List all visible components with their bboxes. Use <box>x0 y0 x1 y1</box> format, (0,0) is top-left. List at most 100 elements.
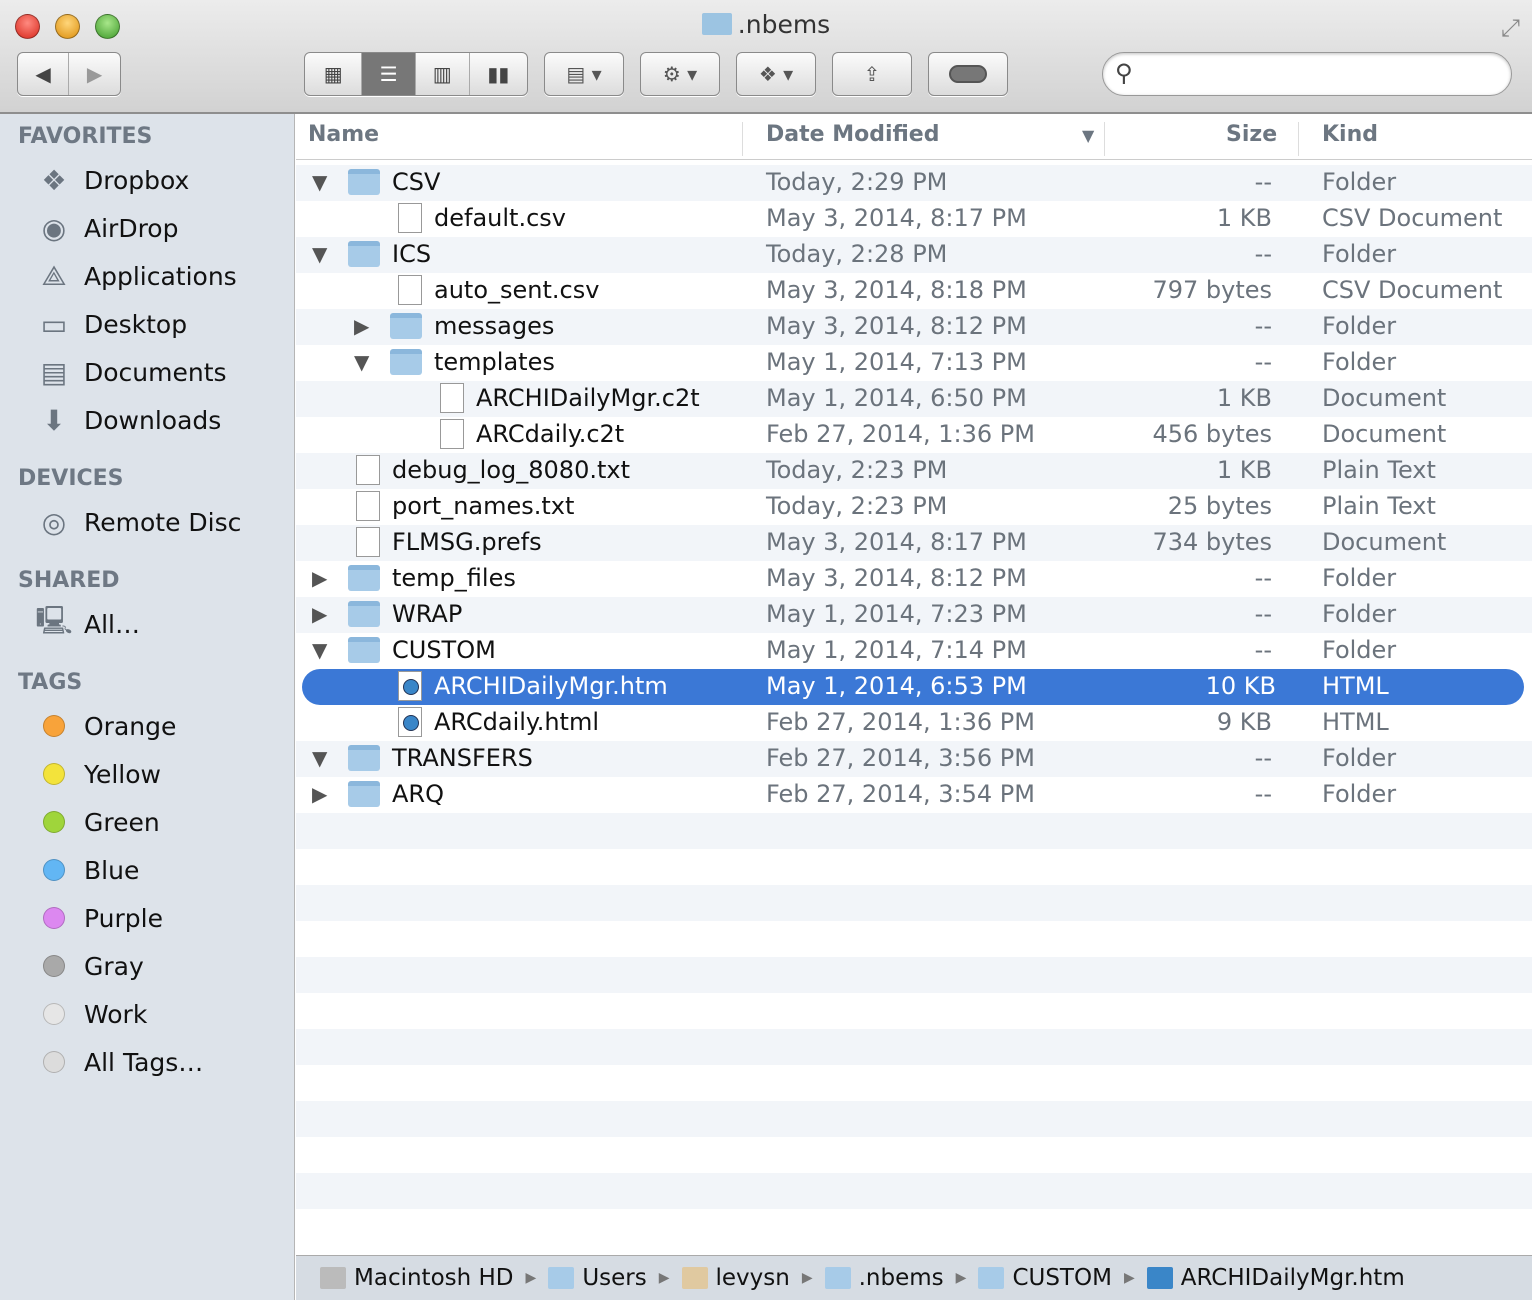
dropbox-button[interactable]: ❖ ▾ <box>736 52 816 96</box>
tag-dot <box>43 763 65 785</box>
file-kind: HTML <box>1322 708 1389 736</box>
disclosure-open-icon[interactable]: ▼ <box>312 746 327 770</box>
sidebar-tag-work[interactable]: Work <box>36 994 147 1034</box>
file-row[interactable]: auto_sent.csv May 3, 2014, 8:18 PM 797 byt… <box>296 273 1532 309</box>
downloads-icon: ⬇ <box>42 403 66 437</box>
disclosure-open-icon[interactable]: ▼ <box>312 170 327 194</box>
sidebar-tag-yellow[interactable]: Yellow <box>36 754 161 794</box>
file-name: ARCHIDailyMgr.htm <box>434 672 668 700</box>
home-icon <box>681 1267 708 1289</box>
sidebar-item-all-shared[interactable]: 🖳 All… <box>35 604 140 644</box>
folder-icon <box>348 601 380 627</box>
column-name[interactable]: Name <box>308 122 379 147</box>
sidebar-item-downloads[interactable]: ⬇ Downloads <box>36 400 221 440</box>
disclosure-closed-icon[interactable]: ▶ <box>312 566 327 590</box>
file-name: ARCHIDailyMgr.c2t <box>476 384 700 412</box>
coverflow-view-button[interactable]: ▮▮ <box>470 53 527 95</box>
file-row[interactable]: ▼ ICS Today, 2:28 PM -- Folder <box>296 237 1532 273</box>
path-item-label: ARCHIDailyMgr.htm <box>1180 1265 1405 1291</box>
path-item[interactable]: levysn ▶ <box>681 1265 825 1291</box>
disclosure-open-icon[interactable]: ▼ <box>312 242 327 266</box>
sidebar-tag-gray[interactable]: Gray <box>36 946 144 986</box>
file-size: -- <box>1254 780 1272 808</box>
file-row[interactable]: FLMSG.prefs May 3, 2014, 8:17 PM 734 bytes… <box>296 525 1532 561</box>
sidebar-item-remote-disc[interactable]: ◎ Remote Disc <box>36 502 242 542</box>
users-folder-icon <box>548 1267 575 1289</box>
icon-view-button[interactable]: ▦ <box>305 53 363 95</box>
disclosure-closed-icon[interactable]: ▶ <box>312 602 327 626</box>
action-button[interactable]: ⚙ ▾ <box>640 52 720 96</box>
disclosure-open-icon[interactable]: ▼ <box>312 638 327 662</box>
sidebar-tag-alltags[interactable]: All Tags… <box>36 1042 203 1082</box>
file-row[interactable]: ▼ CSV Today, 2:29 PM -- Folder <box>296 165 1532 201</box>
sidebar-item-airdrop[interactable]: ◉ AirDrop <box>36 208 179 248</box>
file-row[interactable]: ▼ TRANSFERS Feb 27, 2014, 3:56 PM -- Folder <box>296 741 1532 777</box>
arrange-button[interactable]: ▤ ▾ <box>544 52 624 96</box>
column-kind[interactable]: Kind <box>1322 122 1378 147</box>
path-separator-icon: ▶ <box>801 1270 813 1286</box>
back-button[interactable]: ◀ <box>18 53 70 95</box>
sidebar-tag-purple[interactable]: Purple <box>36 898 163 938</box>
disclosure-closed-icon[interactable]: ▶ <box>354 314 369 338</box>
file-name: TRANSFERS <box>392 744 533 772</box>
file-name: WRAP <box>392 600 463 628</box>
file-size: 1 KB <box>1216 456 1272 484</box>
tags-button[interactable] <box>928 52 1008 96</box>
file-row[interactable]: ▼ CUSTOM May 1, 2014, 7:14 PM -- Folder <box>296 633 1532 669</box>
disclosure-closed-icon[interactable]: ▶ <box>312 782 327 806</box>
forward-button[interactable]: ▶ <box>69 53 120 95</box>
path-item[interactable]: Users ▶ <box>548 1265 681 1291</box>
file-row[interactable]: ▶ ARQ Feb 27, 2014, 3:54 PM -- Folder <box>296 777 1532 813</box>
tag-color-dot-icon <box>36 804 72 840</box>
list-view-button[interactable]: ☰ <box>362 53 416 95</box>
file-size: -- <box>1254 348 1272 376</box>
fullscreen-icon[interactable]: ⤢ <box>1501 14 1520 42</box>
file-name: temp_files <box>392 564 516 592</box>
file-row[interactable]: ARCHIDailyMgr.htm May 1, 2014, 6:53 PM 10 … <box>302 669 1524 705</box>
file-size: 25 bytes <box>1167 492 1272 520</box>
file-row[interactable]: ▶ temp_files May 3, 2014, 8:12 PM -- Folder <box>296 561 1532 597</box>
path-item[interactable]: Macintosh HD ▶ <box>320 1265 548 1291</box>
sidebar-item-label: Green <box>84 807 160 837</box>
search-field[interactable]: ⚲ <box>1102 52 1512 96</box>
sidebar-item-label: Yellow <box>84 759 161 789</box>
tag-color-dot-icon <box>36 1044 72 1080</box>
sidebar-item-applications[interactable]: ⟁ Applications <box>36 256 237 296</box>
file-row[interactable]: ▶ WRAP May 1, 2014, 7:23 PM -- Folder <box>296 597 1532 633</box>
file-row[interactable]: debug_log_8080.txt Today, 2:23 PM 1 KB Plai… <box>296 453 1532 489</box>
file-list: ▼ CSV Today, 2:29 PM -- Folder default.csv May… <box>296 165 1532 1255</box>
html-file-icon <box>398 671 422 701</box>
column-size[interactable]: Size <box>1226 122 1277 147</box>
file-kind: Plain Text <box>1322 456 1436 484</box>
file-date: May 3, 2014, 8:17 PM <box>766 528 1027 556</box>
file-row[interactable]: port_names.txt Today, 2:23 PM 25 bytes Plai… <box>296 489 1532 525</box>
folder-icon <box>348 169 380 195</box>
sidebar-item-documents[interactable]: ▤ Documents <box>36 352 227 392</box>
column-date-modified[interactable]: Date Modified <box>766 122 939 147</box>
folder-icon <box>978 1267 1005 1289</box>
file-date: Today, 2:28 PM <box>766 240 948 268</box>
path-item[interactable]: CUSTOM ▶ <box>978 1265 1146 1291</box>
share-button[interactable]: ⇪ <box>832 52 912 96</box>
file-row[interactable]: ▶ messages May 3, 2014, 8:12 PM -- Folder <box>296 309 1532 345</box>
column-view-button[interactable]: ▥ <box>416 53 470 95</box>
disclosure-open-icon[interactable]: ▼ <box>354 350 369 374</box>
path-item-label: Macintosh HD <box>354 1265 514 1291</box>
tag-color-dot-icon <box>36 852 72 888</box>
file-row[interactable]: default.csv May 3, 2014, 8:17 PM 1 KB CSV D… <box>296 201 1532 237</box>
sidebar-tag-green[interactable]: Green <box>36 802 160 842</box>
sidebar-item-desktop[interactable]: ▭ Desktop <box>36 304 187 344</box>
file-row[interactable]: ▼ templates May 1, 2014, 7:13 PM -- Folder <box>296 345 1532 381</box>
path-item[interactable]: .nbems ▶ <box>824 1265 979 1291</box>
file-row[interactable]: ARCHIDailyMgr.c2t May 1, 2014, 6:50 PM 1 K… <box>296 381 1532 417</box>
path-item[interactable]: ARCHIDailyMgr.htm <box>1146 1265 1405 1291</box>
sidebar-tag-blue[interactable]: Blue <box>36 850 139 890</box>
empty-row <box>296 921 1532 957</box>
file-row[interactable]: ARCdaily.html Feb 27, 2014, 1:36 PM 9 KB HT… <box>296 705 1532 741</box>
file-kind: CSV Document <box>1322 204 1503 232</box>
sidebar-tag-orange[interactable]: Orange <box>36 706 176 746</box>
file-row[interactable]: ARCdaily.c2t Feb 27, 2014, 1:36 PM 456 byt… <box>296 417 1532 453</box>
sidebar-item-dropbox[interactable]: ❖ Dropbox <box>36 160 189 200</box>
file-date: May 3, 2014, 8:12 PM <box>766 312 1027 340</box>
search-input[interactable] <box>1147 61 1497 87</box>
